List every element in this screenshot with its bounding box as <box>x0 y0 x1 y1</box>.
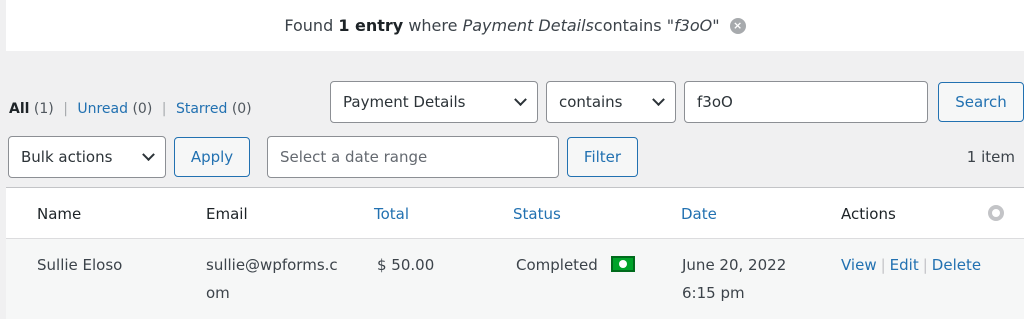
notice-prefix: Found <box>284 16 334 35</box>
view-all-count: (1) <box>33 101 54 117</box>
field-select[interactable]: Payment Details <box>330 81 538 123</box>
bulk-actions-select[interactable]: Bulk actions <box>8 136 166 178</box>
search-input-value: f3oO <box>697 93 733 111</box>
operator-select[interactable]: contains <box>546 81 676 123</box>
apply-button[interactable]: Apply <box>174 137 250 177</box>
notice-op: contains " <box>593 16 675 35</box>
apply-button-label: Apply <box>190 148 234 166</box>
payment-icon <box>610 255 635 272</box>
view-unread-link[interactable]: Unread <box>77 101 128 117</box>
view-unread-count: (0) <box>132 101 153 117</box>
field-select-value: Payment Details <box>343 93 466 111</box>
notice-field: Payment Details <box>462 16 594 35</box>
view-starred-count: (0) <box>231 101 252 117</box>
date-range-input[interactable]: Select a date range <box>267 136 559 178</box>
col-date[interactable]: Date <box>681 200 717 228</box>
view-entry-link[interactable]: View <box>841 256 877 274</box>
date-range-placeholder: Select a date range <box>280 148 428 166</box>
entry-total: $ 50.00 <box>377 256 435 274</box>
entry-status: Completed <box>516 251 635 279</box>
entry-date-line1: June 20, 2022 <box>682 256 787 274</box>
search-button[interactable]: Search <box>938 82 1024 122</box>
action-separator: | <box>922 256 928 274</box>
notice-middle: where <box>408 16 458 35</box>
view-separator: | <box>63 101 68 117</box>
clear-search-icon[interactable]: × <box>729 17 746 34</box>
notice-suffix: " <box>712 16 720 35</box>
entry-date-line2: 6:15 pm <box>682 284 745 302</box>
entry-name: Sullie Eloso <box>37 256 123 274</box>
view-separator: | <box>161 101 167 117</box>
action-separator: | <box>880 256 886 274</box>
entry-date: June 20, 2022 6:15 pm <box>682 251 786 307</box>
view-filters: All (1) | Unread (0) | Starred (0) <box>9 101 252 117</box>
entry-email: sullie@wpforms.c om <box>206 251 338 307</box>
entry-actions: View | Edit | Delete <box>841 251 981 279</box>
chevron-down-icon <box>142 147 155 161</box>
filter-button[interactable]: Filter <box>567 137 638 177</box>
col-name: Name <box>37 205 82 223</box>
view-starred-link[interactable]: Starred <box>176 101 227 117</box>
delete-entry-link[interactable]: Delete <box>932 256 981 274</box>
table-row: Sullie Eloso sullie@wpforms.c om $ 50.00… <box>6 239 1024 319</box>
col-status[interactable]: Status <box>513 200 561 228</box>
table-header: Name Email Total Status Date Actions <box>6 187 1024 239</box>
col-email: Email <box>206 205 248 223</box>
filter-button-label: Filter <box>583 148 622 166</box>
search-result-notice: Found 1 entry where Payment Details cont… <box>6 0 1024 51</box>
operator-select-value: contains <box>559 93 623 111</box>
edit-entry-link[interactable]: Edit <box>890 256 919 274</box>
entry-email-line1: sullie@wpforms.c <box>206 256 338 274</box>
chevron-down-icon <box>514 92 527 106</box>
col-total[interactable]: Total <box>374 200 409 228</box>
view-all[interactable]: All <box>9 101 29 117</box>
search-button-label: Search <box>955 93 1007 111</box>
notice-term: f3oO <box>674 16 713 35</box>
col-actions: Actions <box>841 205 896 223</box>
item-count: 1 item <box>966 148 1015 166</box>
search-input[interactable]: f3oO <box>684 81 928 123</box>
gear-icon[interactable] <box>988 205 1004 221</box>
entry-email-line2: om <box>206 284 230 302</box>
notice-count: 1 entry <box>338 16 404 35</box>
entry-status-label: Completed <box>516 256 598 274</box>
chevron-down-icon <box>652 92 665 106</box>
bulk-actions-value: Bulk actions <box>21 148 113 166</box>
